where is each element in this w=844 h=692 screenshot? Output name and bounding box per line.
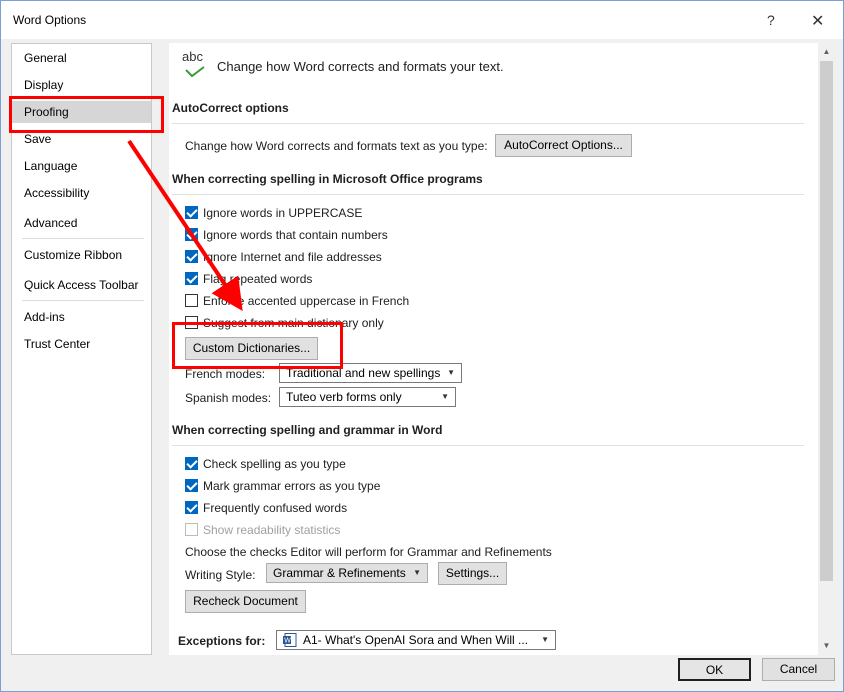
word-options-dialog: Word Options ? ✕ General Display Proofin… bbox=[0, 0, 844, 692]
annotation-arrow bbox=[127, 139, 243, 311]
